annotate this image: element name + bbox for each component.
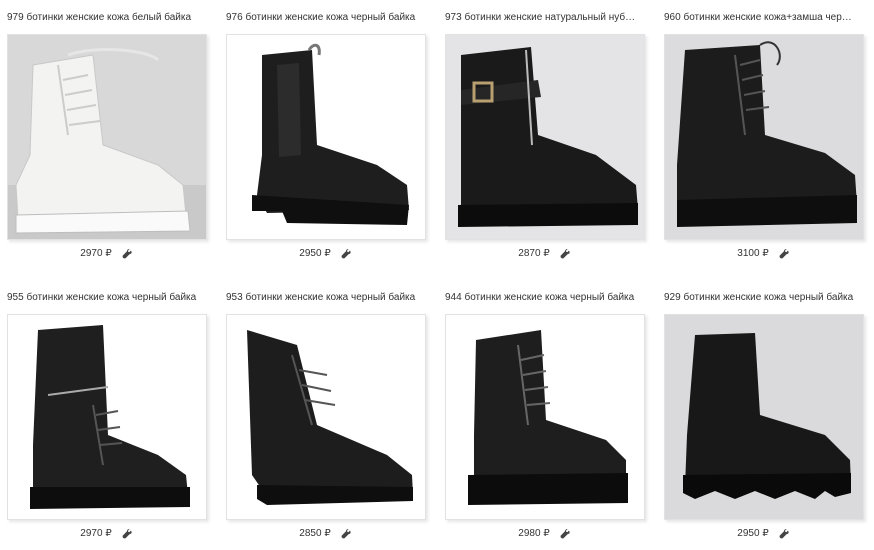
product-photo[interactable] [226, 314, 426, 520]
wrench-icon[interactable] [341, 249, 351, 259]
wrench-icon[interactable] [779, 249, 789, 259]
product-price: 2950 ₽ [299, 248, 331, 259]
product-photo[interactable] [664, 314, 864, 520]
product-card-955[interactable]: 955 ботинки женские кожа черный байка 29… [0, 280, 212, 550]
boot-image [446, 315, 644, 519]
price-row: 2970 ₽ [0, 245, 212, 263]
boot-image [446, 35, 644, 239]
price-row: 2850 ₽ [219, 525, 431, 543]
product-price: 2850 ₽ [299, 528, 331, 539]
product-photo[interactable] [7, 34, 207, 240]
product-price: 2980 ₽ [518, 528, 550, 539]
product-photo[interactable] [445, 314, 645, 520]
product-photo[interactable] [664, 34, 864, 240]
price-row: 2980 ₽ [438, 525, 650, 543]
product-title[interactable]: 960 ботинки женские кожа+замша чер… [664, 11, 869, 25]
boot-image [665, 315, 863, 519]
wrench-icon[interactable] [779, 529, 789, 539]
price-row: 3100 ₽ [657, 245, 869, 263]
wrench-icon[interactable] [122, 529, 132, 539]
product-card-976[interactable]: 976 ботинки женские кожа черный байка 29… [219, 0, 431, 270]
product-grid: 979 ботинки женские кожа белый байка 297… [0, 0, 874, 546]
price-row: 2970 ₽ [0, 525, 212, 543]
boot-image [8, 315, 206, 519]
wrench-icon[interactable] [560, 249, 570, 259]
boot-image [665, 35, 863, 239]
boot-image [8, 35, 206, 239]
product-price: 2970 ₽ [80, 248, 112, 259]
wrench-icon[interactable] [122, 249, 132, 259]
product-price: 2950 ₽ [737, 528, 769, 539]
product-price: 2870 ₽ [518, 248, 550, 259]
product-title[interactable]: 973 ботинки женские натуральный нуб… [445, 11, 650, 25]
product-card-973[interactable]: 973 ботинки женские натуральный нуб… 287… [438, 0, 650, 270]
boot-image [227, 315, 425, 519]
boot-image [227, 35, 425, 239]
product-title[interactable]: 944 ботинки женские кожа черный байка [445, 291, 650, 305]
product-card-960[interactable]: 960 ботинки женские кожа+замша чер… 3100… [657, 0, 869, 270]
price-row: 2950 ₽ [657, 525, 869, 543]
wrench-icon[interactable] [341, 529, 351, 539]
product-title[interactable]: 953 ботинки женские кожа черный байка [226, 291, 431, 305]
product-card-944[interactable]: 944 ботинки женские кожа черный байка 29… [438, 280, 650, 550]
product-title[interactable]: 979 ботинки женские кожа белый байка [7, 11, 212, 25]
product-title[interactable]: 976 ботинки женские кожа черный байка [226, 11, 431, 25]
product-title[interactable]: 955 ботинки женские кожа черный байка [7, 291, 212, 305]
price-row: 2950 ₽ [219, 245, 431, 263]
wrench-icon[interactable] [560, 529, 570, 539]
product-price: 3100 ₽ [737, 248, 769, 259]
product-photo[interactable] [7, 314, 207, 520]
product-photo[interactable] [226, 34, 426, 240]
product-price: 2970 ₽ [80, 528, 112, 539]
price-row: 2870 ₽ [438, 245, 650, 263]
product-photo[interactable] [445, 34, 645, 240]
product-card-953[interactable]: 953 ботинки женские кожа черный байка 28… [219, 280, 431, 550]
product-title[interactable]: 929 ботинки женские кожа черный байка [664, 291, 869, 305]
product-card-979[interactable]: 979 ботинки женские кожа белый байка 297… [0, 0, 212, 270]
product-card-929[interactable]: 929 ботинки женские кожа черный байка 29… [657, 280, 869, 550]
